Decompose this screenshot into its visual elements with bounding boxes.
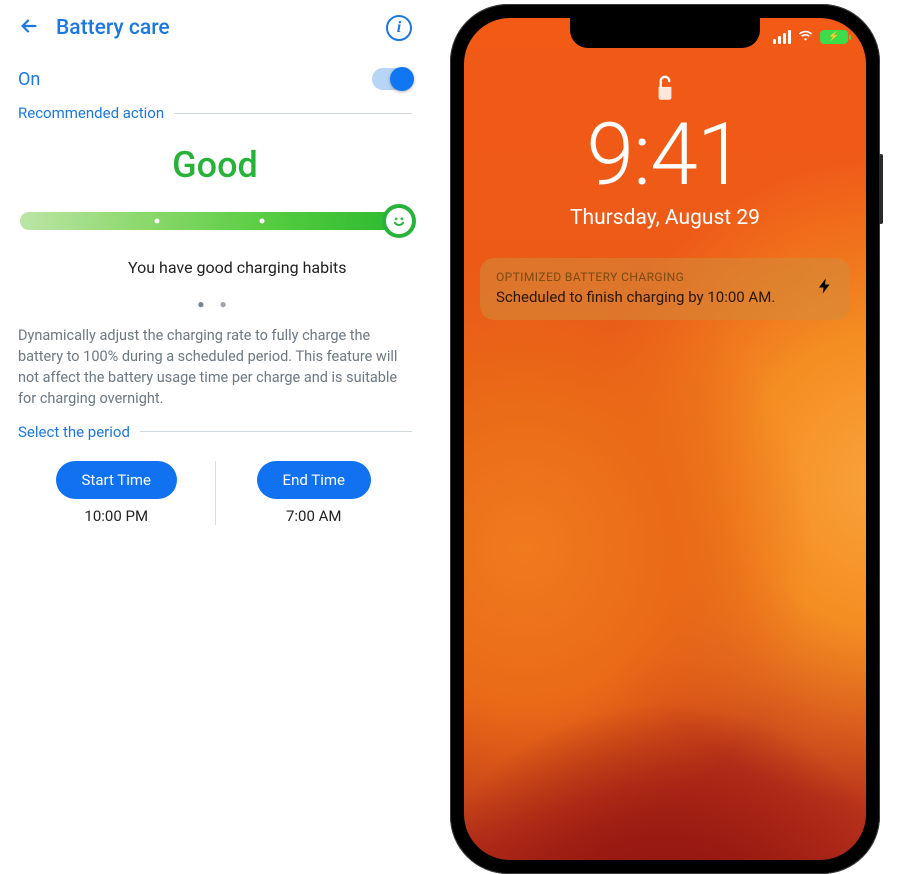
slider-tick <box>259 219 264 224</box>
bolt-icon <box>816 274 834 304</box>
on-label: On <box>18 69 40 90</box>
notification-card[interactable]: OPTIMIZED BATTERY CHARGING Scheduled to … <box>480 258 850 320</box>
info-icon[interactable]: i <box>386 15 412 41</box>
page-title: Battery care <box>56 16 170 40</box>
start-time-button[interactable]: Start Time <box>56 461 177 499</box>
description-text: Dynamically adjust the charging rate to … <box>18 325 412 409</box>
status-bar: ⚡ <box>773 26 848 47</box>
iphone-preview: ⚡ 9:41 Thursday, August 29 OPTIMIZED BAT… <box>430 0 900 618</box>
battery-icon: ⚡ <box>820 30 848 44</box>
section-recommended-label: Recommended action <box>18 104 164 122</box>
habits-text: You have good charging habits <box>128 258 353 279</box>
clock-time: 9:41 <box>464 104 866 205</box>
page-indicator[interactable]: ● ● <box>18 297 412 311</box>
divider <box>174 113 412 114</box>
start-time-col: Start Time 10:00 PM <box>18 461 215 525</box>
lock-icon <box>652 72 678 108</box>
end-time-col: End Time 7:00 AM <box>216 461 413 525</box>
time-row: Start Time 10:00 PM End Time 7:00 AM <box>18 461 412 525</box>
battery-care-panel: Battery care i On Recommended action Goo… <box>0 0 430 618</box>
on-toggle-row: On <box>18 68 412 90</box>
end-time-value: 7:00 AM <box>216 507 413 525</box>
phone-screen: ⚡ 9:41 Thursday, August 29 OPTIMIZED BAT… <box>464 18 866 860</box>
section-recommended: Recommended action <box>18 104 412 122</box>
divider <box>140 431 412 432</box>
signal-icon <box>773 30 791 44</box>
start-time-value: 10:00 PM <box>18 507 215 525</box>
clock-date: Thursday, August 29 <box>464 206 866 230</box>
phone-frame: ⚡ 9:41 Thursday, August 29 OPTIMIZED BAT… <box>450 4 880 874</box>
wifi-icon <box>797 26 814 47</box>
health-slider[interactable] <box>20 212 410 230</box>
header: Battery care i <box>18 8 412 48</box>
section-period-label: Select the period <box>18 423 130 441</box>
back-icon[interactable] <box>18 15 40 41</box>
notification-body: Scheduled to finish charging by 10:00 AM… <box>496 288 804 306</box>
slider-tick <box>154 219 159 224</box>
end-time-button[interactable]: End Time <box>257 461 371 499</box>
on-toggle[interactable] <box>372 68 412 90</box>
smiley-icon <box>382 204 416 238</box>
section-period: Select the period <box>18 423 412 441</box>
notch <box>570 18 760 48</box>
status-word: Good <box>18 144 412 186</box>
notification-title: OPTIMIZED BATTERY CHARGING <box>496 270 804 284</box>
